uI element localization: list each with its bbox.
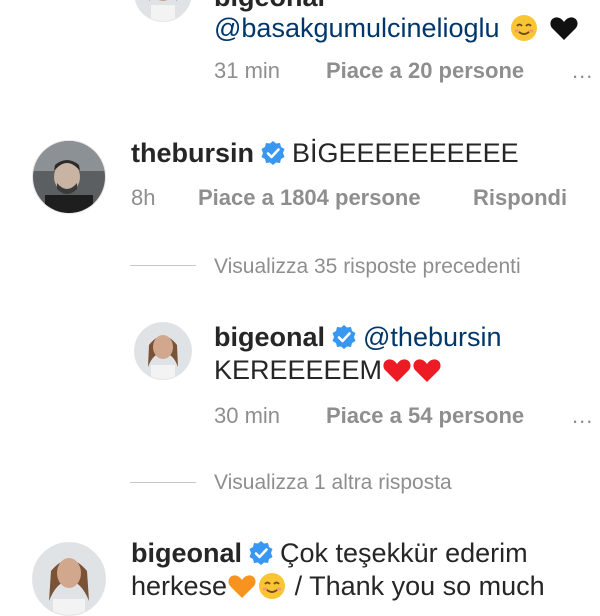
bige-main-line2: herkese / Thank you so much: [131, 571, 545, 602]
profile-photo: [135, 323, 191, 379]
red-heart-icon: [383, 359, 411, 382]
bursin-comment-text: BİGEEEEEEEEEE: [292, 138, 519, 168]
username-bigeonal-main[interactable]: bigeonal: [131, 538, 242, 568]
username-bigeonal-top[interactable]: bigeonal: [214, 0, 325, 13]
mention-basakgumulcinelioglu[interactable]: @basakgumulcinelioglu: [214, 13, 579, 44]
avatar-thebursin[interactable]: [32, 140, 106, 214]
mention-text[interactable]: @basakgumulcinelioglu: [214, 13, 500, 43]
bige-reply-more-button[interactable]: ...: [572, 403, 593, 429]
bige-reply-likes-link[interactable]: Piace a 54 persone: [326, 403, 524, 429]
avatar-bigeonal-reply[interactable]: [134, 322, 192, 380]
orange-heart-icon: [228, 575, 256, 598]
reply-top-meta: 31 min: [214, 58, 280, 84]
red-heart-icon: [413, 359, 441, 382]
bige-reply-time: 30 min: [214, 403, 281, 428]
profile-photo: [33, 141, 105, 213]
black-heart-icon: [550, 17, 578, 40]
smiling-face-icon: [511, 15, 538, 41]
bursin-comment-line: thebursin BİGEEEEEEEEEE: [131, 138, 519, 169]
verified-badge-icon: [249, 541, 273, 565]
reply-top-time: 31 min: [214, 58, 281, 83]
replies-divider: [130, 482, 196, 483]
bursin-likes-link[interactable]: Piace a 1804 persone: [198, 185, 421, 211]
smiling-face-icon: [259, 573, 286, 599]
bige-main-line1: bigeonal Çok teşekkür ederim: [131, 538, 528, 569]
bige-reply-line2: KEREEEEEM: [214, 355, 442, 386]
view-more-replies-button[interactable]: Visualizza 1 altra risposta: [214, 471, 452, 495]
bige-reply-line1: bigeonal @thebursin: [214, 322, 502, 353]
avatar-bigeonal-top[interactable]: [134, 0, 192, 22]
verified-badge-icon: [332, 325, 356, 349]
verified-badge-icon: [261, 141, 285, 165]
username-bigeonal-reply[interactable]: bigeonal: [214, 322, 325, 352]
mention-thebursin[interactable]: @thebursin: [363, 322, 501, 352]
reply-top-likes-link[interactable]: Piace a 20 persone: [326, 58, 524, 84]
reply-top-more-button[interactable]: ...: [572, 58, 593, 84]
bige-reply-text: KEREEEEEM: [214, 355, 383, 385]
bursin-time: 8h: [131, 185, 156, 210]
view-previous-replies-button[interactable]: Visualizza 35 risposte precedenti: [214, 255, 521, 279]
replies-divider: [130, 265, 196, 266]
bige-main-text-b: / Thank you so much: [287, 571, 545, 601]
profile-photo: [33, 543, 105, 615]
bursin-reply-button[interactable]: Rispondi: [473, 185, 567, 211]
avatar-bigeonal-main[interactable]: [32, 542, 106, 616]
bige-main-text-a: herkese: [131, 571, 228, 601]
profile-photo: [135, 0, 191, 21]
username-thebursin[interactable]: thebursin: [131, 138, 254, 168]
bige-main-text-line1: Çok teşekkür ederim: [280, 538, 528, 568]
